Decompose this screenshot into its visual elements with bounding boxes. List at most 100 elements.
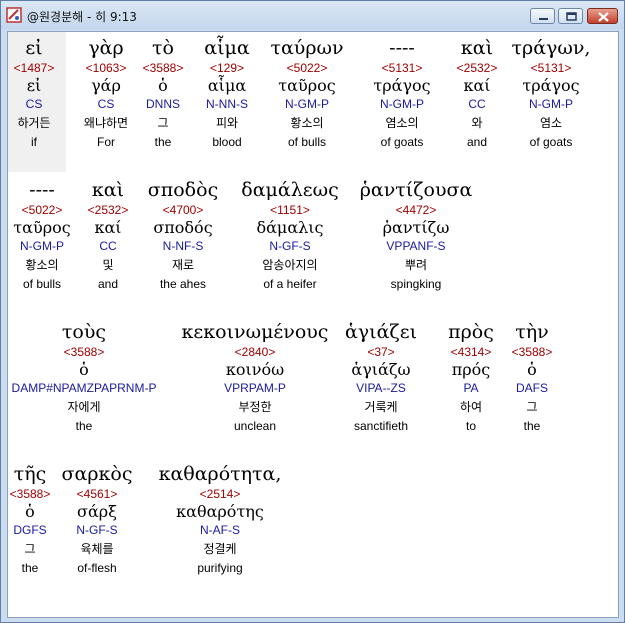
strong-text: <129> (209, 61, 245, 75)
english-text: and (97, 277, 119, 291)
word-cell[interactable]: εἰ <1487> εἰ CS 하거든 if (14, 36, 55, 152)
word-cell[interactable]: καθαρότητα, <2514> καθαρότης N-AF-S 정결케 purif… (159, 462, 282, 578)
english-text: the (154, 135, 172, 149)
word-cell[interactable]: τῆς <3588> ὁ DGFS 그 the (10, 462, 51, 578)
korean-text: 정결케 (203, 542, 237, 556)
greek-text: καθαρότητα, (158, 463, 282, 485)
word-cell[interactable]: δαμάλεως <1151> δάμαλις N-GF-S 암송아지의 of a hei… (241, 178, 338, 294)
close-button[interactable] (587, 8, 618, 24)
korean-text: 염소의 (385, 116, 419, 130)
english-text: the (523, 419, 541, 433)
word-cell[interactable]: πρὸς <4314> πρός PA 하여 to (448, 320, 494, 436)
strong-text: <5022> (21, 203, 63, 217)
english-text: the (75, 419, 93, 433)
strong-text: <2532> (456, 61, 498, 75)
lemma-text: καί (94, 218, 122, 237)
korean-text: 왜냐하면 (83, 116, 129, 130)
strong-text: <5131> (530, 61, 572, 75)
word-cell[interactable]: σποδὸς <4700> σποδός N-NF-S 재로 the ahes (148, 178, 218, 294)
morph-text: N-GM-P (19, 239, 64, 253)
morph-text: VPPANF-S (386, 239, 446, 253)
word-cell[interactable]: γὰρ <1063> γάρ CS 왜냐하면 For (84, 36, 128, 152)
korean-text: 거룩케 (364, 400, 398, 414)
english-text: blood (212, 135, 242, 149)
strong-text: <4472> (395, 203, 437, 217)
word-cell[interactable]: τὸ <3588> ὁ DNNS 그 the (143, 36, 184, 152)
english-text: purifying (197, 561, 243, 575)
greek-text: δαμάλεως (241, 179, 339, 201)
lemma-text: ὁ (158, 76, 168, 95)
greek-text: τοὺς (61, 321, 107, 343)
lemma-text: γάρ (91, 76, 121, 95)
interlinear-pane[interactable]: εἰ <1487> εἰ CS 하거든 if γὰρ <1063> γάρ CS 왜냐하면 For τὸ… (7, 31, 619, 618)
greek-text: ---- (389, 37, 415, 59)
english-text: of a heifer (263, 277, 317, 291)
word-cell[interactable]: ῥαντίζουσα <4472> ῥαντίζω VPPANF-S 뿌려 spingki… (360, 178, 473, 294)
greek-text: τὸ (152, 37, 174, 59)
title-bar[interactable]: @원경분해 - 히 9:13 (1, 1, 624, 29)
strong-text: <4561> (76, 487, 118, 501)
strong-text: <1151> (270, 203, 310, 217)
english-text: of goats (380, 135, 424, 149)
morph-text: N-GM-P (528, 97, 573, 111)
close-icon (598, 12, 609, 22)
lemma-text: καί (463, 76, 491, 95)
english-text: of goats (529, 135, 573, 149)
morph-text: VPRPAM-P (224, 381, 286, 395)
minimize-icon (539, 18, 548, 20)
app-icon[interactable] (6, 7, 22, 23)
word-cell[interactable]: τράγων, <5131> τράγος N-GM-P 염소 of goats (512, 36, 591, 152)
word-cell[interactable]: κεκοινωμένους <2840> κοινόω VPRPAM-P 부정한 uncl… (182, 320, 329, 436)
english-text: the (21, 561, 39, 575)
word-cell[interactable]: αἷμα <129> αἷμα N-NN-S 피와 blood (204, 36, 249, 152)
strong-text: <4700> (162, 203, 204, 217)
greek-text: καὶ (91, 179, 125, 201)
english-text: For (96, 135, 115, 149)
morph-text: PA (463, 381, 479, 395)
strong-text: <4314> (450, 345, 492, 359)
korean-text: 부정한 (238, 400, 272, 414)
korean-text: 암송아지의 (262, 258, 318, 272)
lemma-text: τράγος (522, 76, 580, 95)
english-text: and (466, 135, 488, 149)
korean-text: 그 (526, 400, 538, 414)
word-cell[interactable]: τοὺς <3588> ὁ DAMP#NPAMZPAPRNM-P 자에게 the (12, 320, 157, 436)
english-text: to (465, 419, 476, 433)
morph-text: VIPA--ZS (356, 381, 406, 395)
morph-text: CS (25, 97, 43, 111)
word-cell[interactable]: ταύρων <5022> ταῦρος N-GM-P 황소의 of bulls (270, 36, 343, 152)
strong-text: <2840> (234, 345, 276, 359)
english-text: of bulls (287, 135, 327, 149)
strong-text: <3588> (142, 61, 184, 75)
word-cell[interactable]: ἁγιάζει <37> ἁγιάζω VIPA--ZS 거룩케 sanctifieth (345, 320, 417, 436)
korean-text: 하거든 (17, 116, 51, 130)
korean-text: 육체를 (80, 542, 114, 556)
english-text: spingking (390, 277, 442, 291)
greek-text: εἰ (25, 37, 43, 59)
greek-text: σποδὸς (147, 179, 219, 201)
lemma-text: εἰ (26, 76, 42, 95)
greek-text: γὰρ (88, 37, 124, 59)
strong-text: <3588> (63, 345, 105, 359)
greek-text: ἁγιάζει (344, 321, 418, 343)
minimize-button[interactable] (530, 8, 555, 24)
korean-text: 그 (24, 542, 36, 556)
korean-text: 피와 (215, 116, 239, 130)
morph-text: CS (97, 97, 115, 111)
lemma-text: κοινόω (225, 360, 285, 379)
word-cell[interactable]: καὶ <2532> καί CC 및 and (88, 178, 129, 294)
english-text: sanctifieth (353, 419, 409, 433)
strong-text: <2514> (199, 487, 241, 501)
morph-text: DAFS (515, 381, 548, 395)
maximize-button[interactable] (558, 8, 583, 24)
word-cell[interactable]: καὶ <2532> καί CC 와 and (457, 36, 498, 152)
greek-text: κεκοινωμένους (181, 321, 329, 343)
word-cell[interactable]: ---- <5131> τράγος N-GM-P 염소의 of goats (373, 36, 430, 152)
word-cell[interactable]: ---- <5022> ταῦρος N-GM-P 황소의 of bulls (13, 178, 70, 294)
greek-text: καὶ (460, 37, 494, 59)
lemma-text: σποδός (153, 218, 213, 237)
word-cell[interactable]: τὴν <3588> ὁ DAFS 그 the (512, 320, 553, 436)
greek-text: πρὸς (448, 321, 494, 343)
word-cell[interactable]: σαρκὸς <4561> σάρξ N-GF-S 육체를 of-flesh (62, 462, 133, 578)
interlinear-window: @원경분해 - 히 9:13 εἰ <1487> εἰ CS 하거든 if γὰρ <1063… (0, 0, 625, 623)
